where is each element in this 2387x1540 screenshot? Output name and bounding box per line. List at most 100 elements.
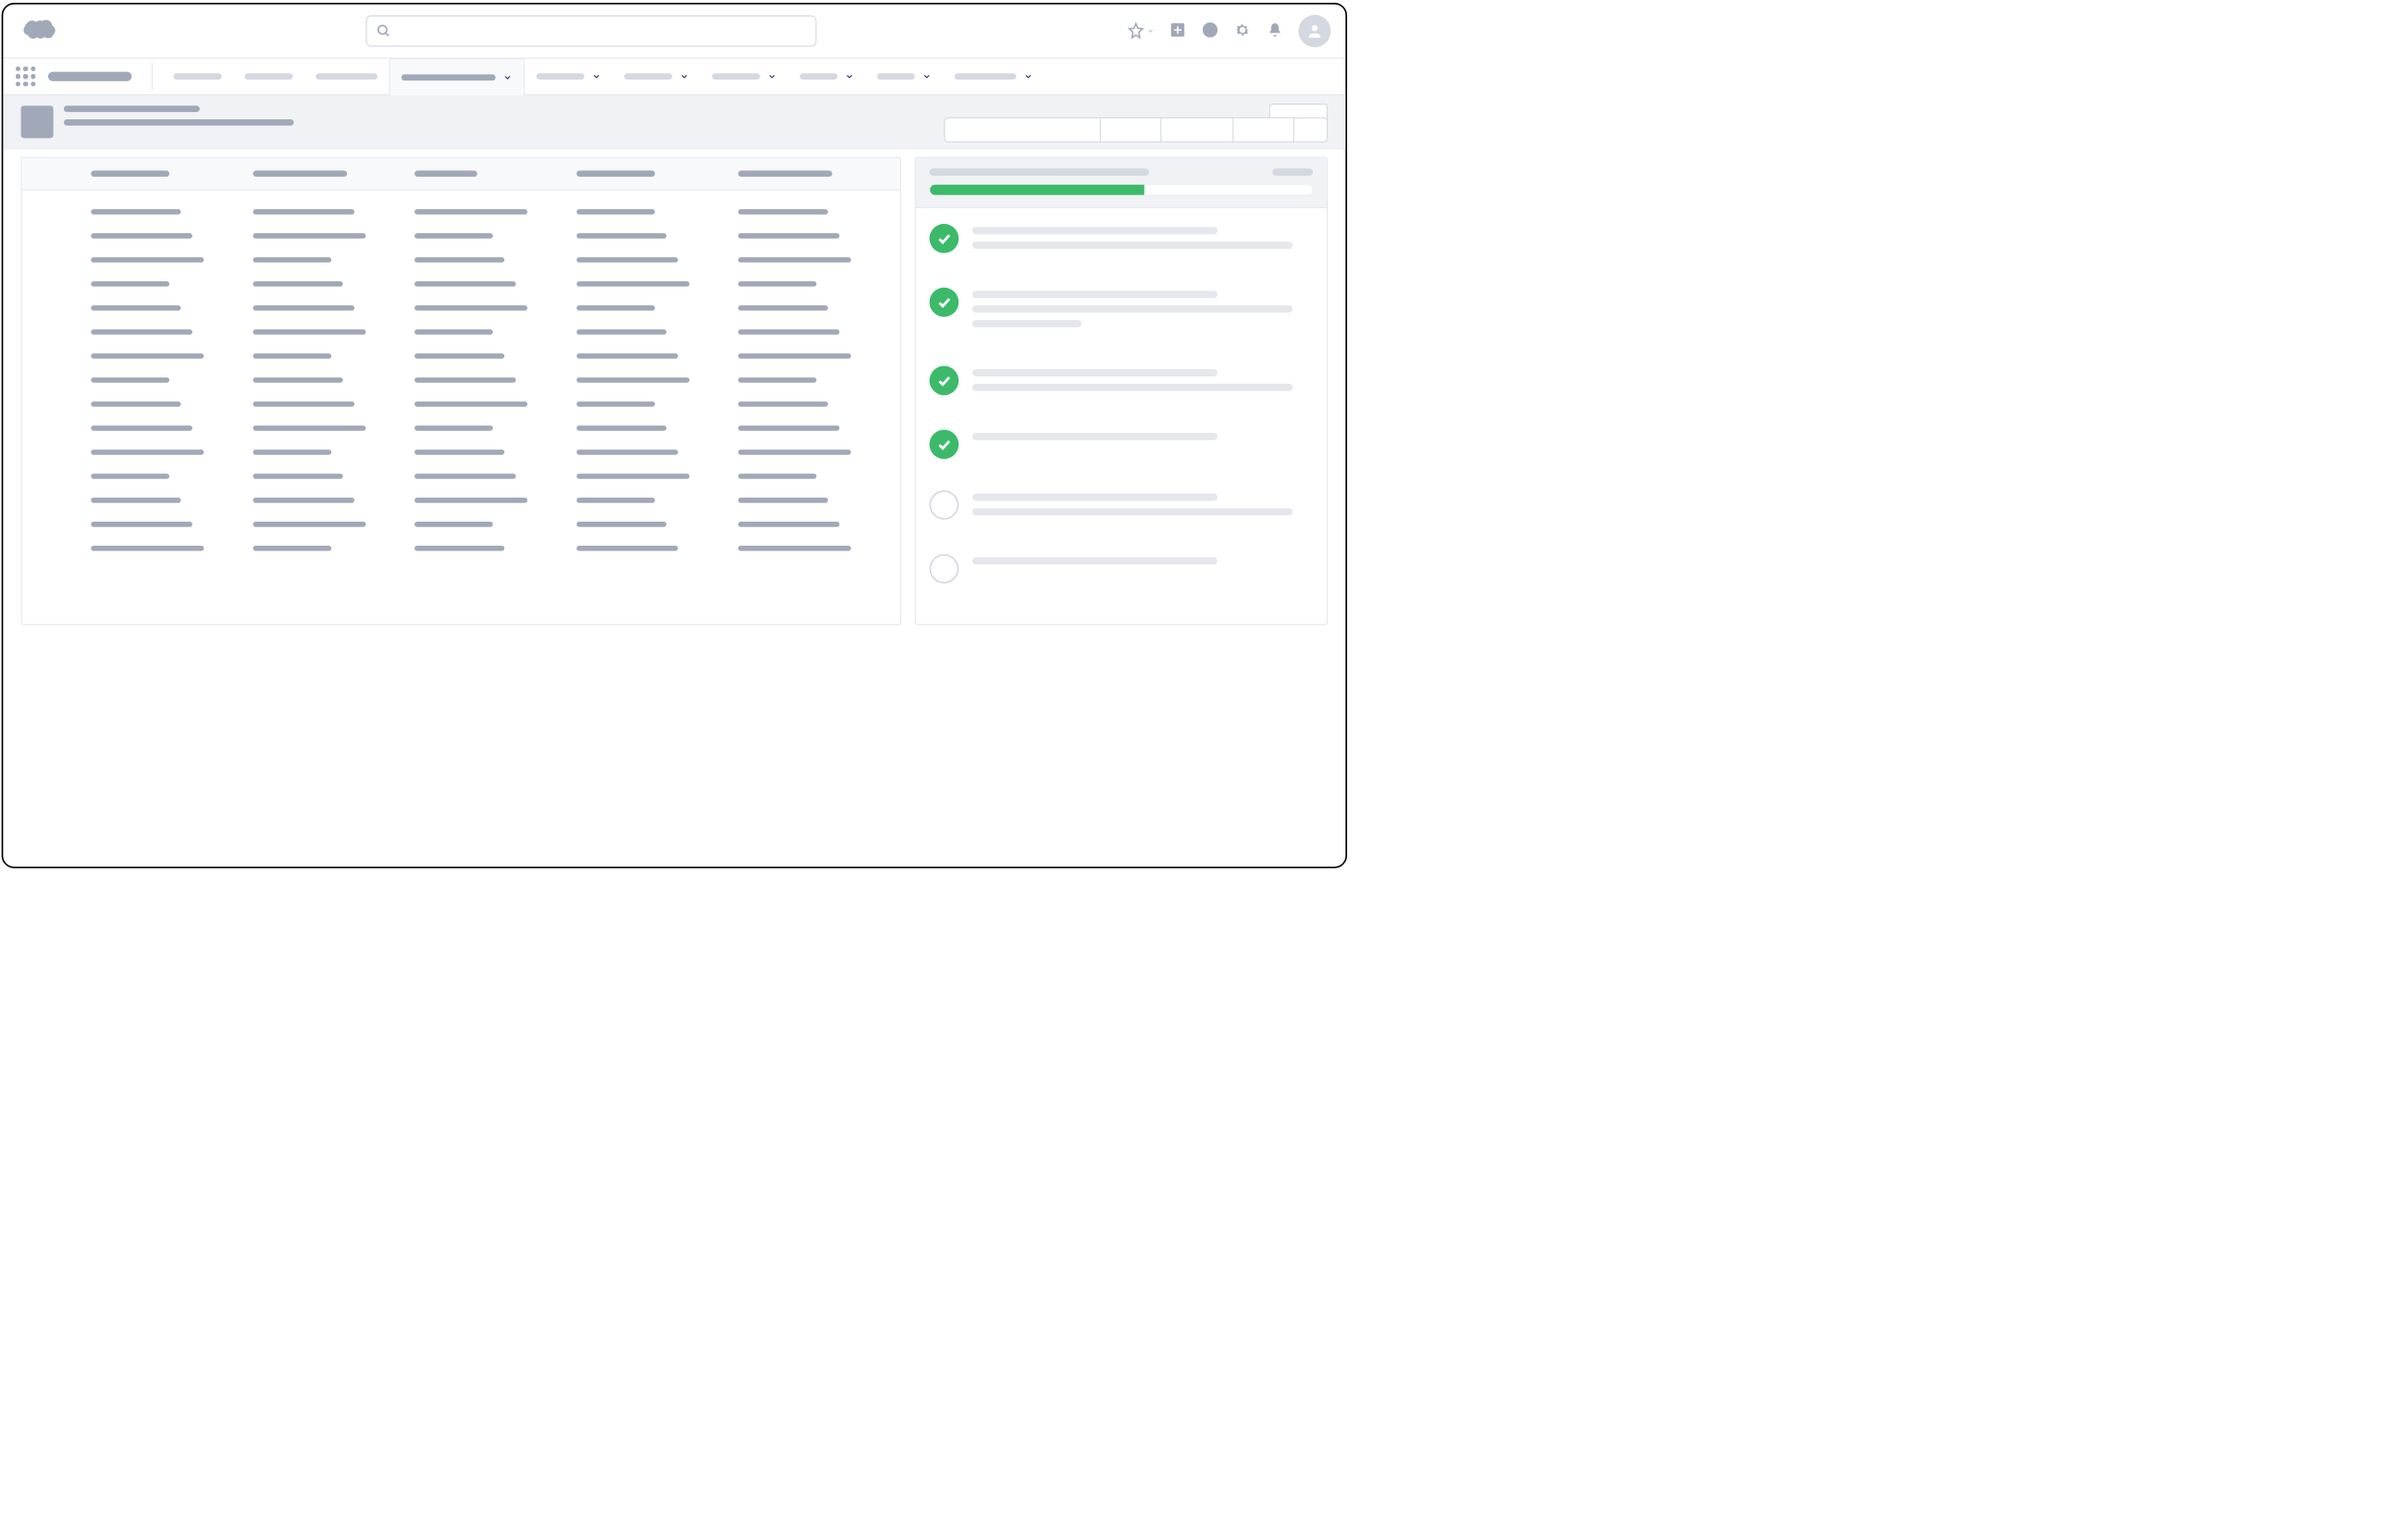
table-cell xyxy=(253,281,342,287)
column-header-4[interactable] xyxy=(576,170,655,177)
nav-tab-9[interactable] xyxy=(943,58,1045,95)
nav-tab-label xyxy=(315,73,377,80)
table-row[interactable] xyxy=(41,425,882,431)
search-input[interactable] xyxy=(399,24,807,38)
progress-item[interactable] xyxy=(930,288,1314,335)
table-cell xyxy=(414,546,504,551)
record-type-icon xyxy=(21,105,54,138)
table-row[interactable] xyxy=(41,209,882,215)
table-row[interactable] xyxy=(41,233,882,239)
column-header-0[interactable] xyxy=(41,170,72,177)
nav-tab-0[interactable] xyxy=(162,58,233,95)
progress-item[interactable] xyxy=(930,430,1314,460)
nav-tab-3[interactable] xyxy=(389,58,525,96)
table-cell xyxy=(414,377,516,383)
table-row[interactable] xyxy=(41,401,882,407)
table-cell xyxy=(253,329,365,335)
header-button-4[interactable] xyxy=(1294,117,1328,142)
table-cell xyxy=(414,281,516,287)
table-row[interactable] xyxy=(41,353,882,359)
table-cell xyxy=(576,498,655,503)
table-cell xyxy=(91,546,204,551)
nav-tab-label xyxy=(877,73,915,80)
table-cell xyxy=(253,377,342,383)
progress-item-text xyxy=(972,430,1313,460)
header-button-0[interactable] xyxy=(944,117,1101,142)
table-header xyxy=(22,158,900,191)
table-row[interactable] xyxy=(41,305,882,311)
header-button-group xyxy=(944,117,1328,142)
app-launcher-icon[interactable] xyxy=(14,65,38,89)
table-cell xyxy=(576,257,678,263)
progress-bar xyxy=(930,184,1314,195)
nav-tab-label xyxy=(712,73,761,80)
nav-tab-6[interactable] xyxy=(700,58,788,95)
global-search[interactable] xyxy=(366,16,817,47)
table-cell xyxy=(576,522,666,527)
progress-item[interactable] xyxy=(930,490,1314,523)
table-row[interactable] xyxy=(41,474,882,479)
progress-item[interactable] xyxy=(930,224,1314,256)
table-row[interactable] xyxy=(41,281,882,287)
table-row[interactable] xyxy=(41,377,882,383)
table-cell xyxy=(576,233,666,239)
empty-status-icon xyxy=(930,490,959,520)
nav-tab-label xyxy=(955,73,1017,80)
app-name xyxy=(48,72,131,81)
table-cell xyxy=(414,450,504,455)
global-header xyxy=(3,5,1345,59)
progress-item[interactable] xyxy=(930,554,1314,584)
table-cell xyxy=(253,425,365,431)
table-cell xyxy=(738,353,851,359)
table-row[interactable] xyxy=(41,329,882,335)
add-icon[interactable] xyxy=(1169,21,1186,41)
nav-tab-5[interactable] xyxy=(612,58,700,95)
header-button-1[interactable] xyxy=(1101,117,1162,142)
header-button-3[interactable] xyxy=(1233,117,1294,142)
table-cell xyxy=(414,353,504,359)
nav-tab-7[interactable] xyxy=(788,58,866,95)
table-row[interactable] xyxy=(41,498,882,503)
progress-panel-meta xyxy=(1272,168,1313,176)
nav-tab-1[interactable] xyxy=(233,58,304,95)
help-icon[interactable] xyxy=(1201,21,1218,41)
nav-tab-label xyxy=(625,73,673,80)
table-cell xyxy=(41,257,72,263)
table-cell xyxy=(253,353,331,359)
notifications-icon[interactable] xyxy=(1266,21,1283,41)
table-cell xyxy=(91,329,192,335)
column-header-5[interactable] xyxy=(738,170,833,177)
column-header-3[interactable] xyxy=(414,170,477,177)
table-cell xyxy=(738,329,840,335)
table-row[interactable] xyxy=(41,522,882,527)
progress-panel xyxy=(915,157,1328,625)
table-cell xyxy=(414,425,493,431)
chevron-down-icon xyxy=(1023,72,1033,81)
table-row[interactable] xyxy=(41,450,882,455)
table-cell xyxy=(91,450,204,455)
empty-status-icon xyxy=(930,554,959,584)
table-cell xyxy=(576,425,666,431)
progress-item-text xyxy=(972,288,1313,335)
table-cell xyxy=(91,401,180,407)
table-cell xyxy=(414,474,516,479)
table-cell xyxy=(253,401,354,407)
page-subtitle xyxy=(64,119,294,126)
table-row[interactable] xyxy=(41,546,882,551)
nav-tab-8[interactable] xyxy=(866,58,944,95)
avatar[interactable] xyxy=(1298,15,1330,47)
table-cell xyxy=(41,522,72,527)
column-header-1[interactable] xyxy=(91,170,169,177)
favorite-icon[interactable] xyxy=(1127,22,1154,40)
table-cell xyxy=(738,401,828,407)
column-header-2[interactable] xyxy=(253,170,347,177)
table-cell xyxy=(253,209,354,215)
progress-item[interactable] xyxy=(930,366,1314,399)
table-cell xyxy=(738,281,817,287)
settings-icon[interactable] xyxy=(1233,21,1251,41)
header-button-2[interactable] xyxy=(1161,117,1233,142)
table-cell xyxy=(91,281,169,287)
table-row[interactable] xyxy=(41,257,882,263)
nav-tab-2[interactable] xyxy=(304,58,390,95)
nav-tab-4[interactable] xyxy=(525,58,612,95)
